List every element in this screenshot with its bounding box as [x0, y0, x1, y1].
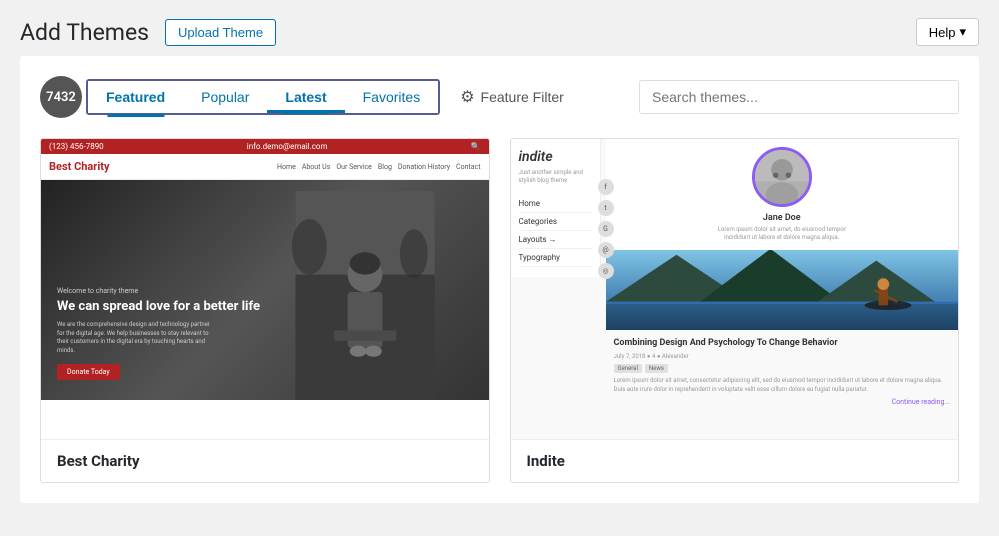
theme-card-best-charity[interactable]: (123) 456-7890 info.demo@email.com 🔍 Bes…	[40, 138, 490, 483]
theme-preview-indite: indite Just another simple and stylish b…	[511, 139, 959, 439]
nav-service: Our Service	[336, 163, 372, 171]
indite-blog-section: Combining Design And Psychology To Chang…	[606, 250, 959, 439]
charity-hero-subtitle: Welcome to charity theme	[57, 287, 260, 295]
theme-preview-charity: (123) 456-7890 info.demo@email.com 🔍 Bes…	[41, 139, 489, 439]
indite-nav-layouts: Layouts →	[519, 231, 592, 249]
indite-logo: indite	[519, 149, 592, 165]
tab-popular[interactable]: Popular	[183, 81, 267, 113]
indite-blog-meta: July 7, 2018 ● 4 ● Alexander	[614, 353, 951, 360]
charity-person-svg	[242, 191, 488, 400]
charity-hero-title: We can spread love for a better life	[57, 299, 260, 316]
indite-blog-text: Lorem ipsum dolor sit amet, consectetur …	[614, 377, 951, 394]
indite-person-name: Jane Doe	[763, 213, 801, 223]
header-left: Add Themes Upload Theme	[20, 19, 276, 46]
nav-blog: Blog	[378, 163, 392, 171]
search-themes-input[interactable]	[639, 80, 959, 114]
tab-group: Featured Popular Latest Favorites	[86, 79, 440, 115]
filter-bar: 7432 Featured Popular Latest Favorites ⚙…	[40, 76, 959, 118]
tab-favorites[interactable]: Favorites	[345, 81, 439, 113]
indite-profile-section: Jane Doe Lorem ipsum dolor sit amet, do …	[606, 139, 959, 250]
charity-hero-overlay: Welcome to charity theme We can spread l…	[57, 287, 260, 380]
social-instagram-icon: @	[598, 242, 614, 258]
chevron-down-icon: ▾	[959, 24, 966, 40]
gear-icon: ⚙	[460, 87, 474, 107]
indite-blog-tags: General News	[614, 364, 951, 373]
indite-sidebar: indite Just another simple and stylish b…	[511, 139, 601, 277]
indite-right-panel: Jane Doe Lorem ipsum dolor sit amet, do …	[606, 139, 959, 439]
charity-theme-footer: Best Charity	[41, 439, 489, 482]
theme-count-badge: 7432	[40, 76, 82, 118]
charity-phone: (123) 456-7890	[49, 142, 104, 151]
charity-nav: Best Charity Home About Us Our Service B…	[41, 154, 489, 180]
page-wrapper: Add Themes Upload Theme Help ▾ 7432 Feat…	[0, 0, 999, 536]
charity-email: info.demo@email.com	[247, 142, 328, 151]
nav-contact: Contact	[456, 163, 480, 171]
indite-blog-content: Combining Design And Psychology To Chang…	[606, 330, 959, 414]
main-content: 7432 Featured Popular Latest Favorites ⚙…	[20, 56, 979, 503]
indite-blog-title: Combining Design And Psychology To Chang…	[614, 338, 951, 350]
indite-sidebar-wrapper: indite Just another simple and stylish b…	[511, 139, 606, 439]
charity-hero-text: We are the comprehensive design and tech…	[57, 321, 217, 355]
search-icon: 🔍	[471, 142, 481, 151]
nav-about: About Us	[302, 163, 331, 171]
charity-nav-links: Home About Us Our Service Blog Donation …	[277, 163, 481, 171]
indite-person-bio: Lorem ipsum dolor sit amet, do eiusmod t…	[712, 226, 852, 242]
tab-latest[interactable]: Latest	[267, 81, 344, 113]
indite-tag-news: News	[645, 364, 668, 373]
social-twitter-icon: t	[598, 200, 614, 216]
indite-social-icons: f t G @ ◎	[598, 179, 614, 279]
help-button[interactable]: Help ▾	[916, 18, 979, 46]
social-google-icon: G	[598, 221, 614, 237]
indite-tag-general: General	[614, 364, 642, 373]
feature-filter-label: Feature Filter	[481, 89, 564, 105]
charity-logo: Best Charity	[49, 160, 110, 173]
charity-topbar: (123) 456-7890 info.demo@email.com 🔍	[41, 139, 489, 154]
social-github-icon: ◎	[598, 263, 614, 279]
charity-cta-btn: Donate Today	[57, 364, 120, 380]
indite-blog-image	[606, 250, 959, 330]
indite-read-more: Continue reading...	[614, 398, 951, 406]
indite-preview-inner: indite Just another simple and stylish b…	[511, 139, 959, 439]
help-label: Help	[929, 25, 956, 40]
charity-theme-name: Best Charity	[57, 452, 140, 470]
indite-avatar-inner	[755, 150, 809, 204]
indite-avatar	[752, 147, 812, 207]
charity-hero: Welcome to charity theme We can spread l…	[41, 180, 489, 400]
indite-theme-name: Indite	[527, 452, 565, 470]
indite-nav-home: Home	[519, 195, 592, 213]
social-facebook-icon: f	[598, 179, 614, 195]
header-area: Add Themes Upload Theme Help ▾	[0, 0, 999, 56]
indite-nav-typography: Typography	[519, 249, 592, 267]
upload-theme-button[interactable]: Upload Theme	[165, 19, 276, 46]
nav-home: Home	[277, 163, 296, 171]
avatar-svg	[755, 147, 809, 207]
indite-blog-image-bg	[606, 250, 959, 330]
indite-theme-footer: Indite	[511, 439, 959, 482]
tab-featured[interactable]: Featured	[88, 81, 183, 113]
indite-tagline: Just another simple and stylish blog the…	[519, 169, 592, 185]
blog-image-svg	[606, 250, 959, 330]
nav-donation: Donation History	[398, 163, 450, 171]
page-title: Add Themes	[20, 19, 149, 46]
theme-card-indite[interactable]: indite Just another simple and stylish b…	[510, 138, 960, 483]
feature-filter-button[interactable]: ⚙ Feature Filter	[456, 79, 568, 115]
indite-nav-categories: Categories	[519, 213, 592, 231]
charity-preview: (123) 456-7890 info.demo@email.com 🔍 Bes…	[41, 139, 489, 439]
themes-grid: (123) 456-7890 info.demo@email.com 🔍 Bes…	[40, 138, 959, 483]
